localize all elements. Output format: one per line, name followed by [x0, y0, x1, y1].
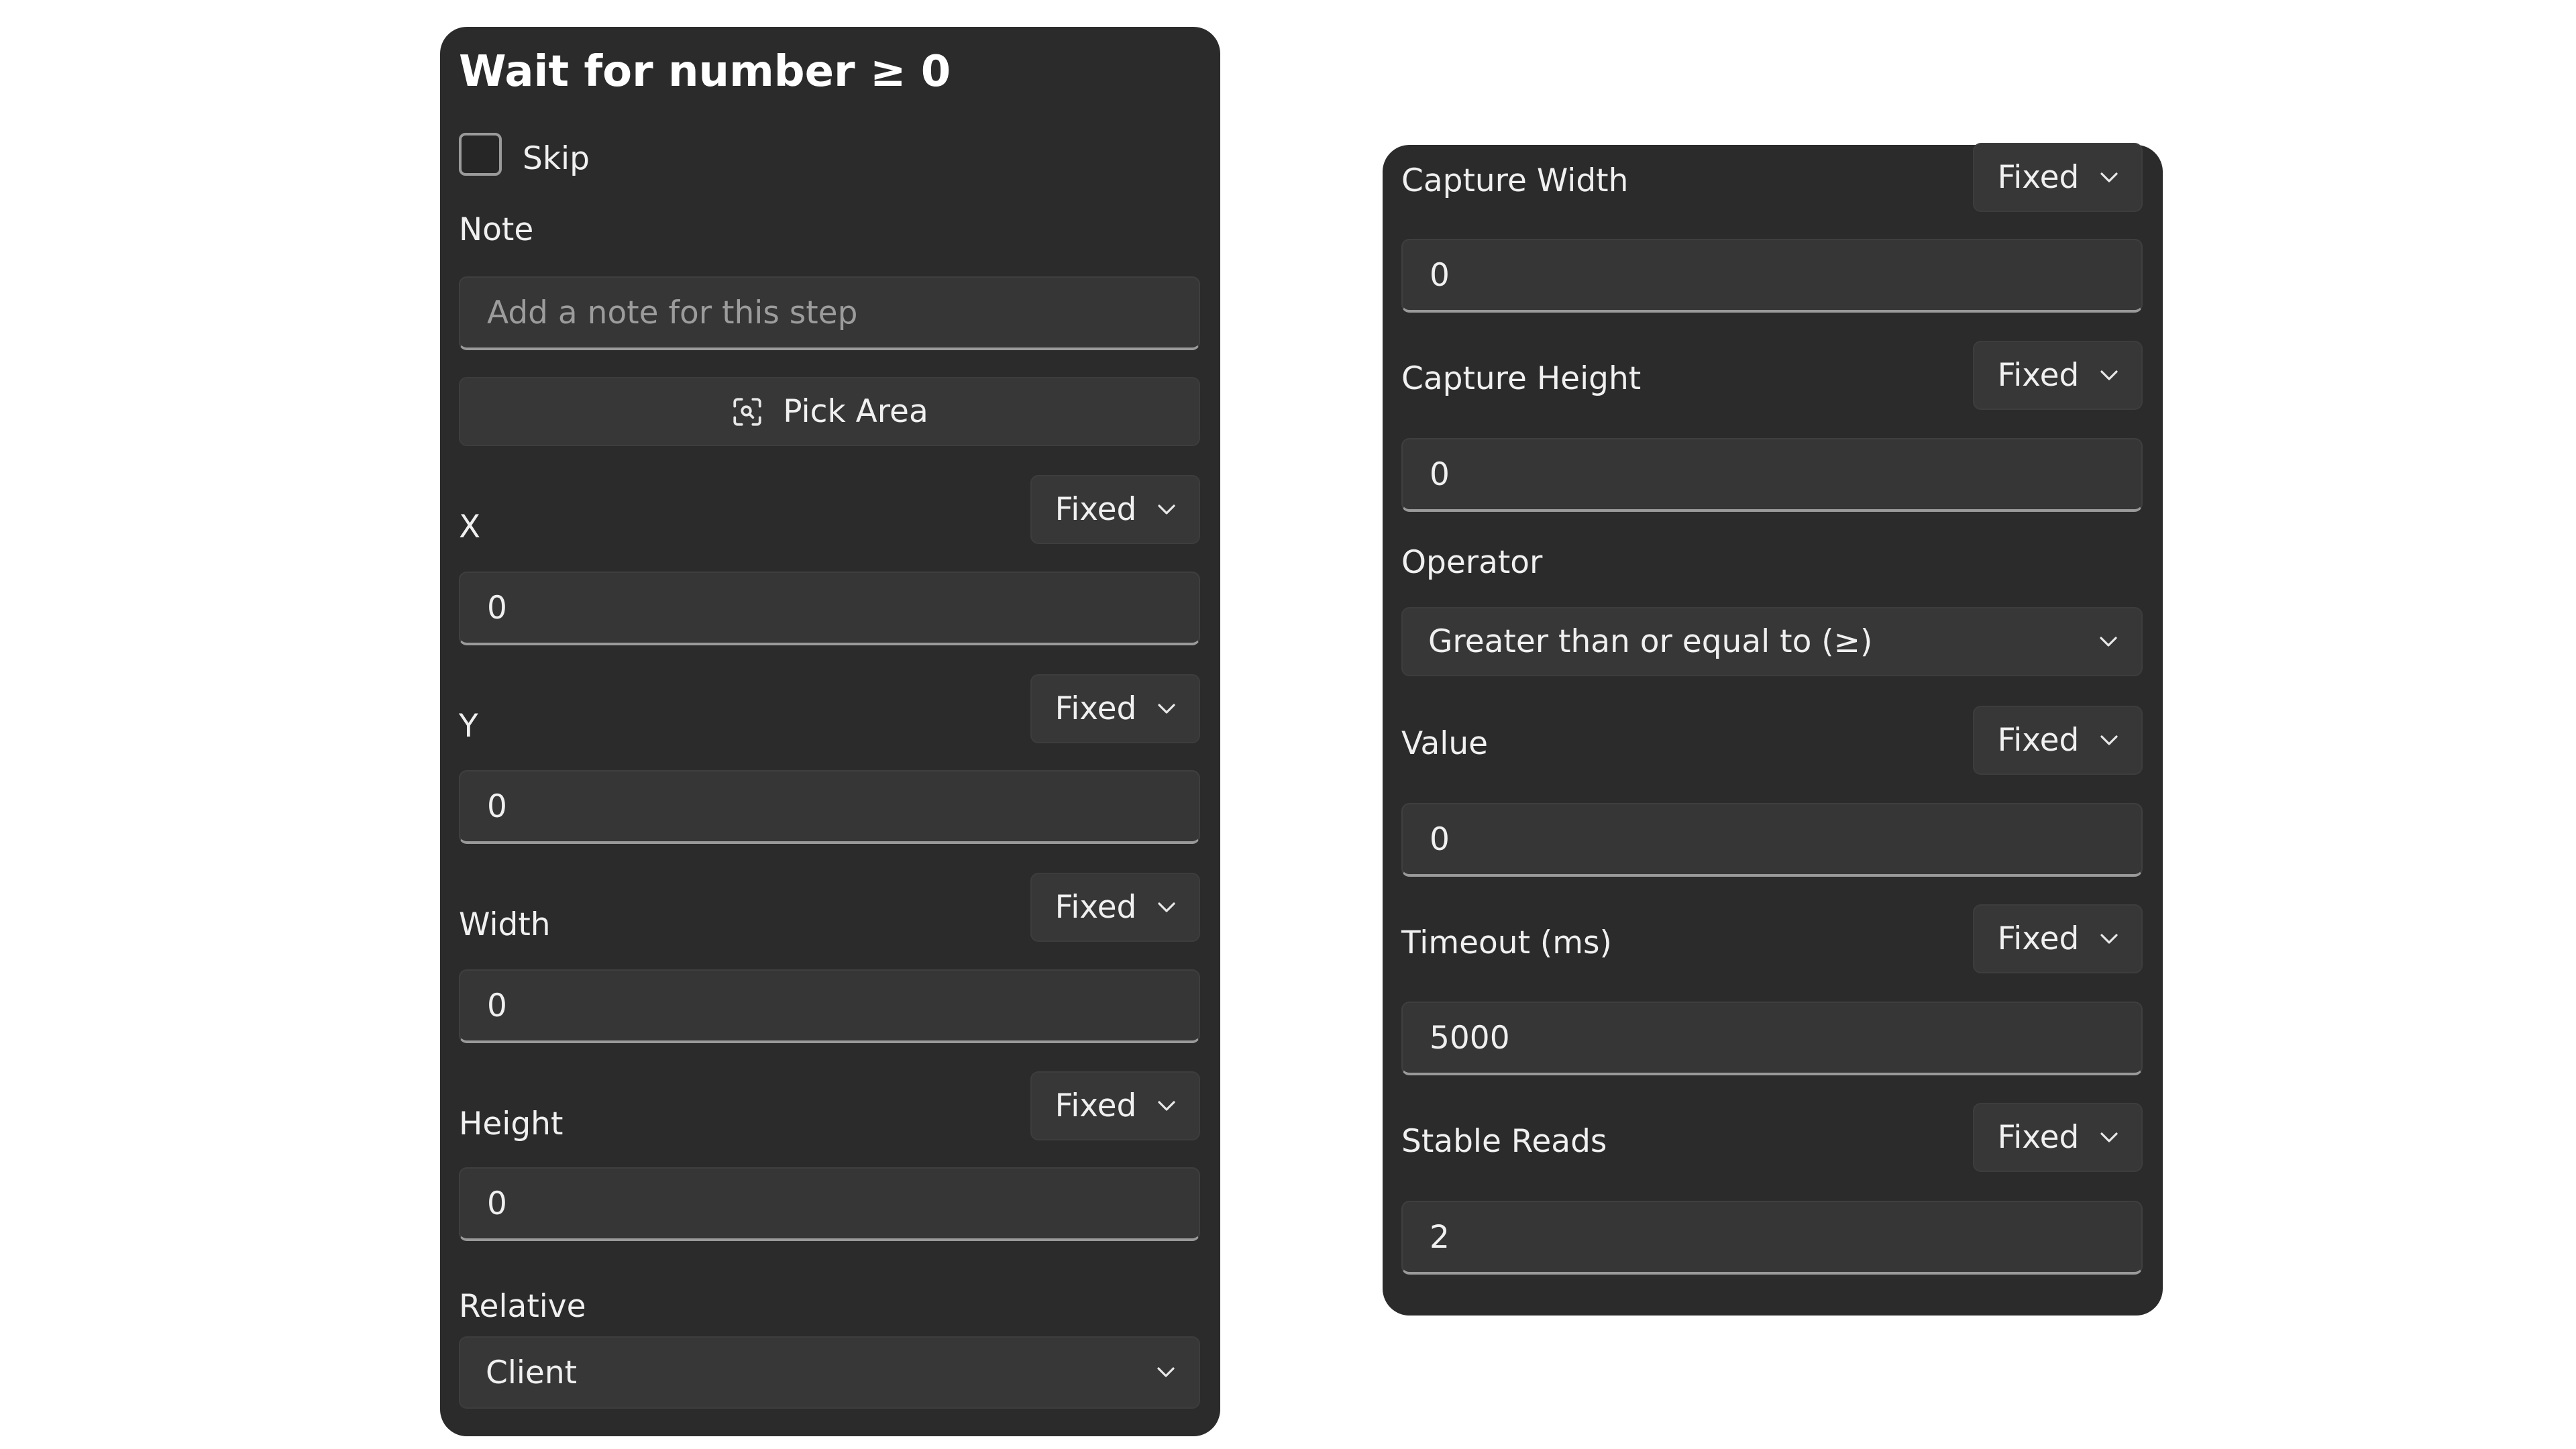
capture-width-mode-dropdown[interactable]: Fixed — [1973, 143, 2143, 212]
capture-height-value: 0 — [1430, 455, 1450, 493]
width-mode-value: Fixed — [1055, 889, 1137, 926]
x-mode-value: Fixed — [1055, 491, 1137, 528]
x-value: 0 — [487, 589, 507, 627]
y-input[interactable]: 0 — [459, 770, 1200, 844]
capture-height-input[interactable]: 0 — [1401, 438, 2143, 512]
capture-width-value: 0 — [1430, 256, 1450, 294]
x-input[interactable]: 0 — [459, 572, 1200, 645]
chevron-down-icon — [2100, 370, 2118, 381]
y-value: 0 — [487, 788, 507, 825]
step-title: Wait for number ≥ 0 — [459, 47, 951, 97]
skip-checkbox[interactable] — [459, 133, 502, 176]
chevron-down-icon — [2100, 636, 2117, 647]
chevron-down-icon — [2100, 735, 2118, 746]
relative-value: Client — [486, 1354, 578, 1391]
timeout-value: 5000 — [1430, 1019, 1510, 1057]
timeout-label: Timeout (ms) — [1401, 924, 1612, 961]
relative-dropdown[interactable]: Client — [459, 1336, 1200, 1409]
value-input[interactable]: 0 — [1401, 803, 2143, 877]
value-mode-dropdown[interactable]: Fixed — [1973, 706, 2143, 775]
timeout-mode-value: Fixed — [1997, 920, 2080, 957]
height-mode-value: Fixed — [1055, 1087, 1137, 1124]
chevron-down-icon — [1158, 902, 1175, 913]
width-label: Width — [459, 906, 551, 943]
capture-width-mode-value: Fixed — [1997, 159, 2080, 196]
y-mode-value: Fixed — [1055, 690, 1137, 727]
stable-reads-value: 2 — [1430, 1218, 1450, 1256]
capture-height-label: Capture Height — [1401, 360, 1642, 397]
operator-label: Operator — [1401, 544, 1543, 581]
timeout-input[interactable]: 5000 — [1401, 1002, 2143, 1075]
y-label: Y — [459, 708, 478, 745]
chevron-down-icon — [1158, 703, 1175, 714]
width-input[interactable]: 0 — [459, 969, 1200, 1043]
value-value: 0 — [1430, 820, 1450, 858]
timeout-mode-dropdown[interactable]: Fixed — [1973, 904, 2143, 973]
capture-height-mode-value: Fixed — [1997, 357, 2080, 394]
operator-value: Greater than or equal to (≥) — [1428, 623, 1873, 660]
x-label: X — [459, 508, 481, 545]
height-label: Height — [459, 1106, 564, 1142]
capture-width-label: Capture Width — [1401, 162, 1629, 199]
relative-label: Relative — [459, 1288, 586, 1325]
stable-reads-mode-value: Fixed — [1997, 1119, 2080, 1156]
capture-height-mode-dropdown[interactable]: Fixed — [1973, 341, 2143, 410]
chevron-down-icon — [1158, 1100, 1175, 1112]
stable-reads-input[interactable]: 2 — [1401, 1201, 2143, 1275]
chevron-down-icon — [1157, 1367, 1175, 1378]
height-value: 0 — [487, 1185, 507, 1222]
y-mode-dropdown[interactable]: Fixed — [1030, 674, 1200, 743]
focus-capture-icon — [731, 395, 764, 429]
height-input[interactable]: 0 — [459, 1167, 1200, 1241]
width-mode-dropdown[interactable]: Fixed — [1030, 873, 1200, 942]
note-placeholder: Add a note for this step — [487, 294, 858, 331]
operator-dropdown[interactable]: Greater than or equal to (≥) — [1401, 607, 2143, 676]
width-value: 0 — [487, 987, 507, 1024]
stable-reads-mode-dropdown[interactable]: Fixed — [1973, 1103, 2143, 1172]
chevron-down-icon — [2100, 172, 2118, 183]
stable-reads-label: Stable Reads — [1401, 1123, 1607, 1160]
value-mode-value: Fixed — [1997, 722, 2080, 759]
note-label: Note — [459, 211, 534, 248]
chevron-down-icon — [2100, 1132, 2118, 1143]
chevron-down-icon — [2100, 933, 2118, 945]
note-input[interactable]: Add a note for this step — [459, 276, 1200, 350]
pick-area-button[interactable]: Pick Area — [459, 377, 1200, 446]
capture-settings-panel: Capture Width Fixed 0 Capture Height Fix… — [1383, 143, 2163, 1316]
value-label: Value — [1401, 725, 1489, 762]
height-mode-dropdown[interactable]: Fixed — [1030, 1071, 1200, 1140]
chevron-down-icon — [1158, 504, 1175, 515]
skip-label: Skip — [523, 140, 590, 177]
pick-area-label: Pick Area — [783, 393, 928, 430]
capture-width-input[interactable]: 0 — [1401, 239, 2143, 313]
x-mode-dropdown[interactable]: Fixed — [1030, 475, 1200, 544]
step-properties-panel: Wait for number ≥ 0 Skip Note Add a note… — [440, 27, 1220, 1436]
